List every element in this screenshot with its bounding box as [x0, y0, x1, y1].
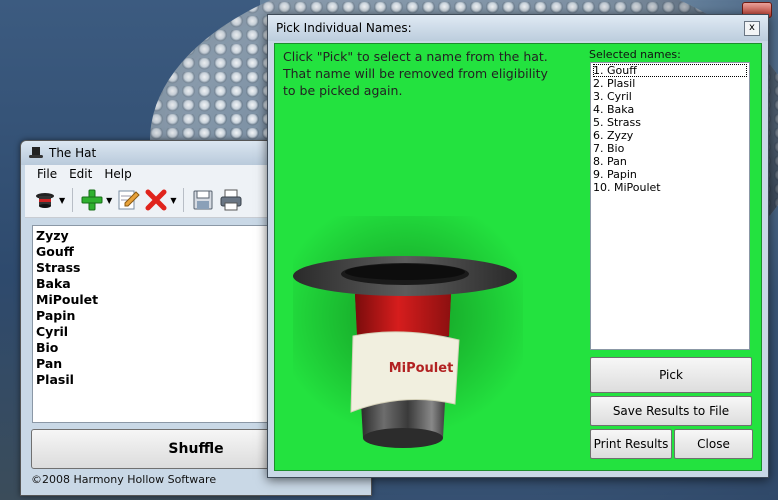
- selected-name-item[interactable]: 1. Gouff: [593, 64, 747, 77]
- list-item[interactable]: MiPoulet: [36, 292, 268, 308]
- list-item[interactable]: Baka: [36, 276, 268, 292]
- delete-name-button[interactable]: ▼: [144, 188, 176, 212]
- edit-name-button[interactable]: [116, 188, 141, 212]
- list-item[interactable]: Bio: [36, 340, 268, 356]
- close-icon[interactable]: x: [744, 21, 760, 36]
- print-results-button[interactable]: Print Results: [590, 429, 672, 459]
- dialog-title: Pick Individual Names:: [276, 21, 412, 35]
- menu-file[interactable]: File: [37, 167, 57, 181]
- selected-name-item[interactable]: 6. Zyzy: [593, 129, 747, 142]
- list-item[interactable]: Zyzy: [36, 228, 268, 244]
- list-item[interactable]: Strass: [36, 260, 268, 276]
- selected-names-list[interactable]: 1. Gouff 2. Plasil 3. Cyril 4. Baka 5. Stras…: [590, 62, 750, 350]
- list-item[interactable]: Gouff: [36, 244, 268, 260]
- list-item[interactable]: Plasil: [36, 372, 268, 388]
- selected-name-item[interactable]: 4. Baka: [593, 103, 747, 116]
- instruction-text: Click "Pick" to select a name from the h…: [283, 49, 548, 98]
- chevron-down-icon[interactable]: ▼: [106, 196, 112, 205]
- hat-icon: [36, 193, 54, 208]
- list-item[interactable]: Papin: [36, 308, 268, 324]
- copyright-status: ©2008 Harmony Hollow Software: [31, 473, 217, 486]
- pick-button[interactable]: Pick: [590, 357, 752, 393]
- selected-name-item[interactable]: 2. Plasil: [593, 77, 747, 90]
- print-list-button[interactable]: [219, 188, 243, 212]
- close-button[interactable]: Close: [674, 429, 753, 459]
- picked-name-label: MiPoulet: [388, 361, 454, 376]
- save-list-button[interactable]: [191, 188, 215, 212]
- add-icon: [81, 189, 103, 211]
- hat-menu-button[interactable]: ▼: [33, 188, 65, 212]
- magic-hat-illustration: [293, 216, 523, 448]
- edit-icon: [118, 190, 141, 210]
- save-results-button[interactable]: Save Results to File: [590, 396, 752, 426]
- list-item[interactable]: Cyril: [36, 324, 268, 340]
- names-list[interactable]: Zyzy Gouff Strass Baka MiPoulet Papin Cyril Bio…: [32, 225, 272, 423]
- selected-name-item[interactable]: 3. Cyril: [593, 90, 747, 103]
- selected-name-item[interactable]: 5. Strass: [593, 116, 747, 129]
- add-name-button[interactable]: ▼: [80, 188, 112, 212]
- save-icon: [193, 190, 213, 210]
- list-item[interactable]: Pan: [36, 356, 268, 372]
- pick-panel: Click "Pick" to select a name from the h…: [274, 43, 762, 471]
- chevron-down-icon[interactable]: ▼: [170, 196, 176, 205]
- selected-names-label: Selected names:: [589, 48, 681, 61]
- chevron-down-icon[interactable]: ▼: [59, 196, 65, 205]
- selected-name-item[interactable]: 8. Pan: [593, 155, 747, 168]
- menu-edit[interactable]: Edit: [69, 167, 92, 181]
- toolbar-divider: [183, 188, 185, 212]
- delete-icon: [145, 189, 167, 211]
- hat-icon: [29, 147, 43, 159]
- selected-name-item[interactable]: 9. Papin: [593, 168, 747, 181]
- selected-name-item[interactable]: 10. MiPoulet: [593, 181, 747, 194]
- selected-name-item[interactable]: 7. Bio: [593, 142, 747, 155]
- print-icon: [220, 189, 242, 211]
- window-title: The Hat: [49, 146, 97, 160]
- toolbar-divider: [72, 188, 74, 212]
- pick-names-dialog: Pick Individual Names: x Click "Pick" to…: [267, 14, 769, 478]
- menu-help[interactable]: Help: [104, 167, 131, 181]
- pick-dialog-titlebar[interactable]: Pick Individual Names:: [268, 15, 768, 41]
